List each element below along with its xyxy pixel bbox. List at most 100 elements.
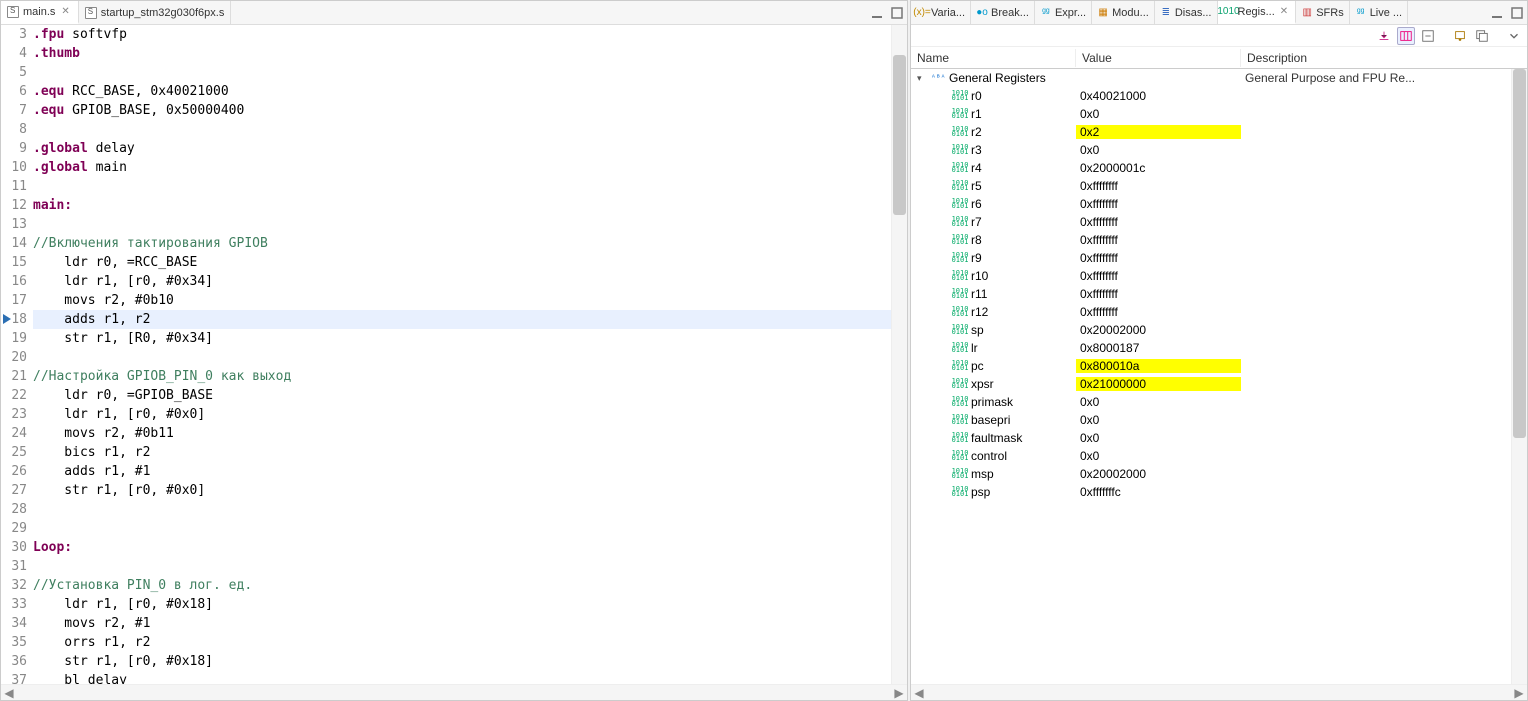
maximize-icon[interactable] xyxy=(1509,5,1525,21)
line-number[interactable]: 23 xyxy=(1,405,27,424)
line-number[interactable]: 6 xyxy=(1,82,27,101)
register-value[interactable]: 0x0 xyxy=(1076,449,1241,463)
register-value[interactable]: 0x0 xyxy=(1076,431,1241,445)
register-value[interactable]: 0x0 xyxy=(1076,107,1241,121)
code-line[interactable]: orrs r1, r2 xyxy=(33,633,891,652)
register-value[interactable]: 0x0 xyxy=(1076,143,1241,157)
register-value[interactable]: 0x8000187 xyxy=(1076,341,1241,355)
register-row[interactable]: 10100101r50xffffffff xyxy=(911,177,1511,195)
line-number[interactable]: 26 xyxy=(1,462,27,481)
code-line[interactable]: adds r1, r2 xyxy=(33,310,891,329)
code-line[interactable] xyxy=(33,519,891,538)
code-line[interactable] xyxy=(33,500,891,519)
register-value[interactable]: 0x0 xyxy=(1076,395,1241,409)
debug-tab-sfr[interactable]: ▥SFRs xyxy=(1296,1,1350,24)
register-value[interactable]: 0xffffffff xyxy=(1076,287,1241,301)
register-row[interactable]: 10100101r00x40021000 xyxy=(911,87,1511,105)
register-row[interactable]: 10100101pc0x800010a xyxy=(911,357,1511,375)
register-row[interactable]: 10100101basepri0x0 xyxy=(911,411,1511,429)
code-line[interactable] xyxy=(33,120,891,139)
scroll-left-icon[interactable]: ◀ xyxy=(1,686,17,700)
registers-scroll-thumb[interactable] xyxy=(1513,69,1526,438)
register-value[interactable]: 0xffffffff xyxy=(1076,305,1241,319)
code-line[interactable]: movs r2, #0b11 xyxy=(33,424,891,443)
line-number[interactable]: 5 xyxy=(1,63,27,82)
register-value[interactable]: 0x0 xyxy=(1076,413,1241,427)
line-number[interactable]: 31 xyxy=(1,557,27,576)
registers-hscroll[interactable]: ◀ ▶ xyxy=(911,684,1527,700)
code-line[interactable]: movs r2, #1 xyxy=(33,614,891,633)
register-group[interactable]: ▾ᴬᴮᴬGeneral RegistersGeneral Purpose and… xyxy=(911,69,1511,87)
code-area[interactable]: .fpu softvfp.thumb .equ RCC_BASE, 0x4002… xyxy=(33,25,891,684)
code-line[interactable] xyxy=(33,215,891,234)
code-line[interactable]: adds r1, #1 xyxy=(33,462,891,481)
debug-tab-brk[interactable]: ●oBreak... xyxy=(971,1,1035,24)
line-number[interactable]: 25 xyxy=(1,443,27,462)
import-icon[interactable] xyxy=(1375,27,1393,45)
code-line[interactable]: str r1, [r0, #0x0] xyxy=(33,481,891,500)
debug-tab-expr[interactable]: ᵍᵍExpr... xyxy=(1035,1,1092,24)
line-number[interactable]: 19 xyxy=(1,329,27,348)
line-number[interactable]: 34 xyxy=(1,614,27,633)
code-line[interactable] xyxy=(33,348,891,367)
line-number[interactable]: 28 xyxy=(1,500,27,519)
maximize-icon[interactable] xyxy=(889,5,905,21)
code-line[interactable]: ldr r1, [r0, #0x18] xyxy=(33,595,891,614)
line-number[interactable]: 30 xyxy=(1,538,27,557)
code-line[interactable]: ldr r1, [r0, #0x0] xyxy=(33,405,891,424)
register-row[interactable]: 10100101r20x2 xyxy=(911,123,1511,141)
register-row[interactable]: 10100101faultmask0x0 xyxy=(911,429,1511,447)
line-number[interactable]: 35 xyxy=(1,633,27,652)
code-line[interactable]: bl delay xyxy=(33,671,891,684)
line-number[interactable]: 16 xyxy=(1,272,27,291)
line-number[interactable]: 12 xyxy=(1,196,27,215)
line-number[interactable]: 24 xyxy=(1,424,27,443)
line-number[interactable]: 17 xyxy=(1,291,27,310)
code-line[interactable]: .thumb xyxy=(33,44,891,63)
register-row[interactable]: 10100101r30x0 xyxy=(911,141,1511,159)
register-value[interactable]: 0x21000000 xyxy=(1076,377,1241,391)
line-number[interactable]: 9 xyxy=(1,139,27,158)
register-row[interactable]: 10100101r90xffffffff xyxy=(911,249,1511,267)
register-row[interactable]: 10100101r70xffffffff xyxy=(911,213,1511,231)
show-columns-icon[interactable] xyxy=(1397,27,1415,45)
editor-tab[interactable]: main.s✕ xyxy=(1,1,79,24)
register-row[interactable]: 10100101xpsr0x21000000 xyxy=(911,375,1511,393)
register-value[interactable]: 0x20002000 xyxy=(1076,323,1241,337)
line-number[interactable]: 20 xyxy=(1,348,27,367)
close-icon[interactable]: ✕ xyxy=(1278,6,1290,17)
minimize-icon[interactable] xyxy=(1489,5,1505,21)
line-number[interactable]: 21 xyxy=(1,367,27,386)
line-number[interactable]: 32 xyxy=(1,576,27,595)
registers-scrollbar[interactable] xyxy=(1511,69,1527,684)
register-row[interactable]: 10100101psp0xfffffffc xyxy=(911,483,1511,501)
register-value[interactable]: 0xffffffff xyxy=(1076,233,1241,247)
line-number[interactable]: 37 xyxy=(1,671,27,684)
debug-tab-var[interactable]: (x)=Varia... xyxy=(911,1,971,24)
code-line[interactable]: main: xyxy=(33,196,891,215)
line-number[interactable]: 14 xyxy=(1,234,27,253)
debug-tab-reg[interactable]: 1010Regis...✕ xyxy=(1218,1,1297,24)
scroll-right-icon[interactable]: ▶ xyxy=(891,686,907,700)
code-line[interactable]: //Настройка GPIOB_PIN_0 как выход xyxy=(33,367,891,386)
debug-tab-mod[interactable]: ▦Modu... xyxy=(1092,1,1155,24)
line-number[interactable]: 18 xyxy=(1,310,27,329)
code-line[interactable] xyxy=(33,63,891,82)
register-value[interactable]: 0xffffffff xyxy=(1076,197,1241,211)
code-line[interactable]: //Включения тактирования GPIOB xyxy=(33,234,891,253)
register-row[interactable]: 10100101r100xffffffff xyxy=(911,267,1511,285)
hscroll-track[interactable] xyxy=(17,685,891,700)
register-row[interactable]: 10100101control0x0 xyxy=(911,447,1511,465)
register-row[interactable]: 10100101msp0x20002000 xyxy=(911,465,1511,483)
close-icon[interactable]: ✕ xyxy=(59,6,71,17)
line-number[interactable]: 36 xyxy=(1,652,27,671)
register-row[interactable]: 10100101lr0x8000187 xyxy=(911,339,1511,357)
pin-icon[interactable] xyxy=(1451,27,1469,45)
debug-tab-live[interactable]: ᵍᵍLive ... xyxy=(1350,1,1408,24)
register-row[interactable]: 10100101sp0x20002000 xyxy=(911,321,1511,339)
register-row[interactable]: 10100101primask0x0 xyxy=(911,393,1511,411)
register-value[interactable]: 0xffffffff xyxy=(1076,269,1241,283)
register-row[interactable]: 10100101r120xffffffff xyxy=(911,303,1511,321)
register-value[interactable]: 0xffffffff xyxy=(1076,179,1241,193)
register-value[interactable]: 0x20002000 xyxy=(1076,467,1241,481)
